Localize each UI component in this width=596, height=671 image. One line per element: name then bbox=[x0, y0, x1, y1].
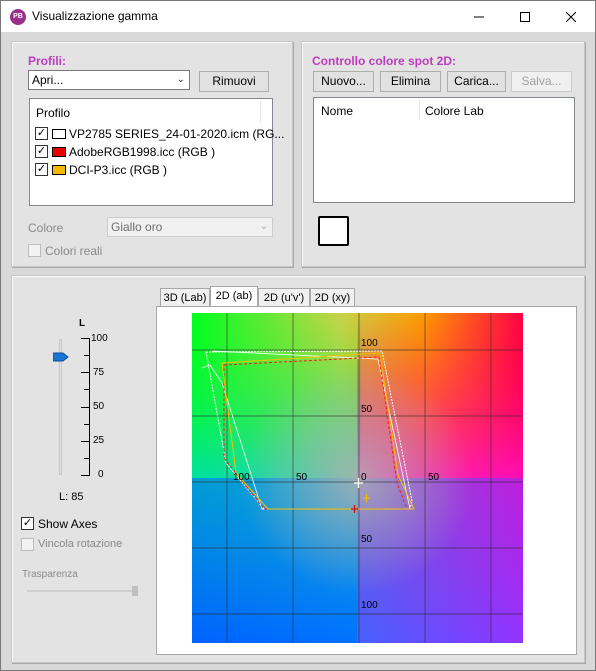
save-spot-button[interactable]: Salva... bbox=[511, 71, 572, 92]
remove-button[interactable]: Rimuovi bbox=[199, 71, 269, 92]
chevron-down-icon: ⌄ bbox=[259, 221, 268, 232]
lock-rotation-checkbox[interactable] bbox=[21, 538, 34, 551]
tab-3d-lab[interactable]: 3D (Lab) bbox=[160, 288, 210, 307]
header-divider bbox=[260, 101, 261, 123]
plot-label-b-100: 100 bbox=[361, 600, 378, 611]
profiles-panel: Profili: Apri... ⌄ Rimuovi Profilo ✓ VP2… bbox=[11, 41, 293, 267]
tab-2d-xy[interactable]: 2D (xy) bbox=[310, 288, 355, 307]
profile-name-2: AdobeRGB1998.icc (RGB ) bbox=[69, 145, 216, 159]
profiles-label: Profili: bbox=[28, 54, 66, 68]
close-button[interactable] bbox=[548, 1, 594, 32]
profile-color-swatch-1 bbox=[52, 129, 66, 139]
minimize-button[interactable] bbox=[456, 1, 502, 32]
profiles-list[interactable]: Profilo ✓ VP2785 SERIES_24-01-2020.icm (… bbox=[29, 98, 284, 206]
l-tick-label-50: 50 bbox=[93, 401, 105, 412]
profile-checkbox-1[interactable]: ✓ bbox=[35, 127, 48, 140]
transparency-label: Trasparenza bbox=[22, 569, 78, 580]
color-combo[interactable]: Giallo oro ⌄ bbox=[107, 217, 273, 237]
spot-color-list[interactable]: Nome Colore Lab bbox=[313, 97, 575, 203]
color-combo-value: Giallo oro bbox=[111, 220, 163, 234]
col-header-lab: Colore Lab bbox=[425, 104, 484, 118]
maximize-icon bbox=[520, 11, 530, 22]
spot-color-label: Controllo colore spot 2D: bbox=[312, 54, 456, 68]
profile-color-swatch-3 bbox=[52, 165, 66, 175]
maximize-button[interactable] bbox=[502, 1, 548, 32]
real-colors-label: Colori reali bbox=[45, 244, 103, 258]
l-tick-label-75: 75 bbox=[93, 367, 105, 378]
l-tick-label-100: 100 bbox=[91, 333, 108, 344]
plot-label-b50: 50 bbox=[361, 404, 373, 415]
real-colors-checkbox[interactable] bbox=[28, 244, 41, 257]
transparency-slider-thumb[interactable] bbox=[132, 586, 138, 596]
spot-color-panel: Controllo colore spot 2D: Nuovo... Elimi… bbox=[301, 41, 585, 267]
l-value: L: 85 bbox=[59, 491, 84, 503]
l-tick-label-0: 0 bbox=[98, 469, 104, 480]
plot-label-a-100: 100 bbox=[233, 472, 250, 483]
plot-label-a-50: 50 bbox=[296, 472, 308, 483]
spot-color-swatch[interactable] bbox=[318, 216, 349, 246]
list-header-profile: Profilo bbox=[36, 106, 71, 120]
lock-rotation-label: Vincola rotazione bbox=[38, 538, 123, 550]
profile-checkbox-2[interactable]: ✓ bbox=[35, 145, 48, 158]
load-spot-button[interactable]: Carica... bbox=[447, 71, 506, 92]
profile-name-3: DCI-P3.icc (RGB ) bbox=[69, 163, 168, 177]
plot-label-b-50: 50 bbox=[361, 534, 373, 545]
view-tab-strip: 3D (Lab) 2D (ab) 2D (u'v') 2D (xy) bbox=[160, 286, 370, 308]
show-axes-label: Show Axes bbox=[38, 517, 98, 531]
color-label: Colore bbox=[28, 221, 64, 235]
client-area: Profili: Apri... ⌄ Rimuovi Profilo ✓ VP2… bbox=[1, 32, 595, 670]
ab-gamut-plot[interactable]: 100 50 100 50 0 50 50 100 bbox=[192, 313, 523, 643]
profile-name-1: VP2785 SERIES_24-01-2020.icm (RG... bbox=[69, 127, 285, 141]
header-divider bbox=[419, 100, 420, 120]
l-scale-line bbox=[89, 338, 90, 476]
plot-label-a50: 50 bbox=[428, 472, 440, 483]
l-tick-label-25: 25 bbox=[93, 435, 105, 446]
profile-color-swatch-2 bbox=[52, 147, 66, 157]
delete-spot-button[interactable]: Elimina bbox=[380, 71, 441, 92]
tab-2d-ab[interactable]: 2D (ab) bbox=[210, 286, 258, 308]
app-icon: PB bbox=[10, 9, 26, 25]
l-axis-label: L bbox=[79, 318, 86, 329]
tab-2d-uv[interactable]: 2D (u'v') bbox=[258, 288, 310, 307]
plot-tab-pane: 100 50 100 50 0 50 50 100 bbox=[156, 306, 577, 655]
open-combo-value: Apri... bbox=[32, 73, 64, 87]
app-window: PB Visualizzazione gamma Profili: Apri..… bbox=[0, 0, 596, 671]
show-axes-checkbox[interactable]: ✓ bbox=[21, 517, 34, 530]
minimize-icon bbox=[474, 16, 484, 17]
profile-checkbox-3[interactable]: ✓ bbox=[35, 163, 48, 176]
plot-label-b100: 100 bbox=[361, 338, 378, 349]
chevron-down-icon: ⌄ bbox=[176, 74, 185, 85]
title-bar: PB Visualizzazione gamma bbox=[1, 1, 595, 32]
transparency-slider-track[interactable] bbox=[27, 590, 137, 592]
open-profile-combo[interactable]: Apri... ⌄ bbox=[28, 70, 190, 90]
close-icon bbox=[566, 11, 576, 22]
col-header-name: Nome bbox=[321, 104, 354, 118]
l-slider-thumb[interactable] bbox=[53, 352, 69, 362]
new-spot-button[interactable]: Nuovo... bbox=[313, 71, 374, 92]
window-title: Visualizzazione gamma bbox=[32, 9, 158, 23]
gamut-view-panel: L 100 75 50 25 0 L: 85 ✓ Show Axes Vinco… bbox=[11, 275, 585, 663]
plot-label-a0: 0 bbox=[361, 472, 367, 483]
